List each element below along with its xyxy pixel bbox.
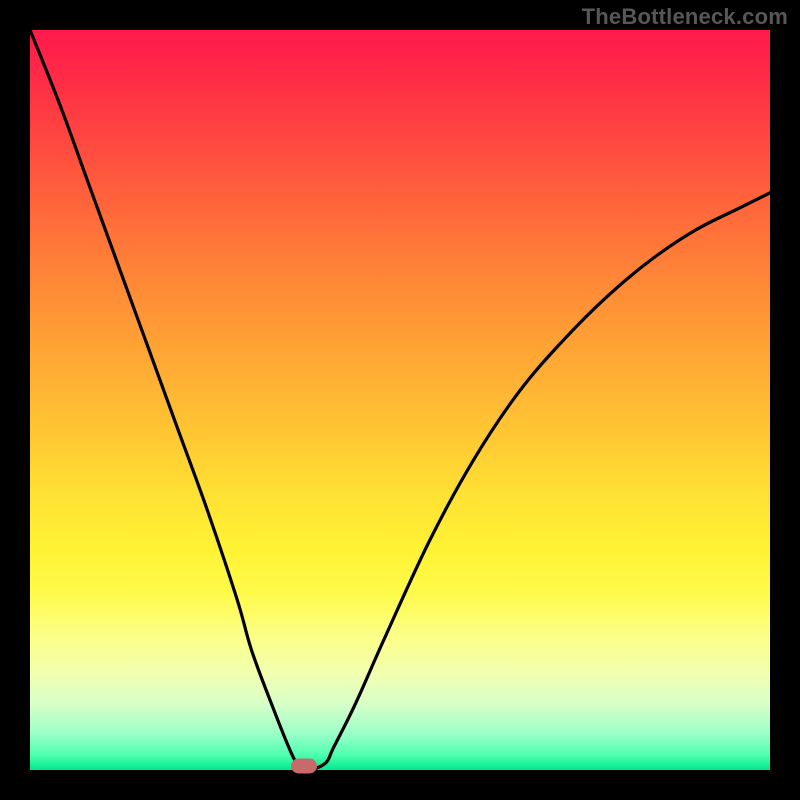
- watermark-label: TheBottleneck.com: [582, 4, 788, 30]
- plot-area: [30, 30, 770, 770]
- curve-svg: [30, 30, 770, 770]
- bottleneck-curve: [30, 30, 770, 770]
- optimal-point-marker: [291, 759, 317, 774]
- chart-frame: TheBottleneck.com: [0, 0, 800, 800]
